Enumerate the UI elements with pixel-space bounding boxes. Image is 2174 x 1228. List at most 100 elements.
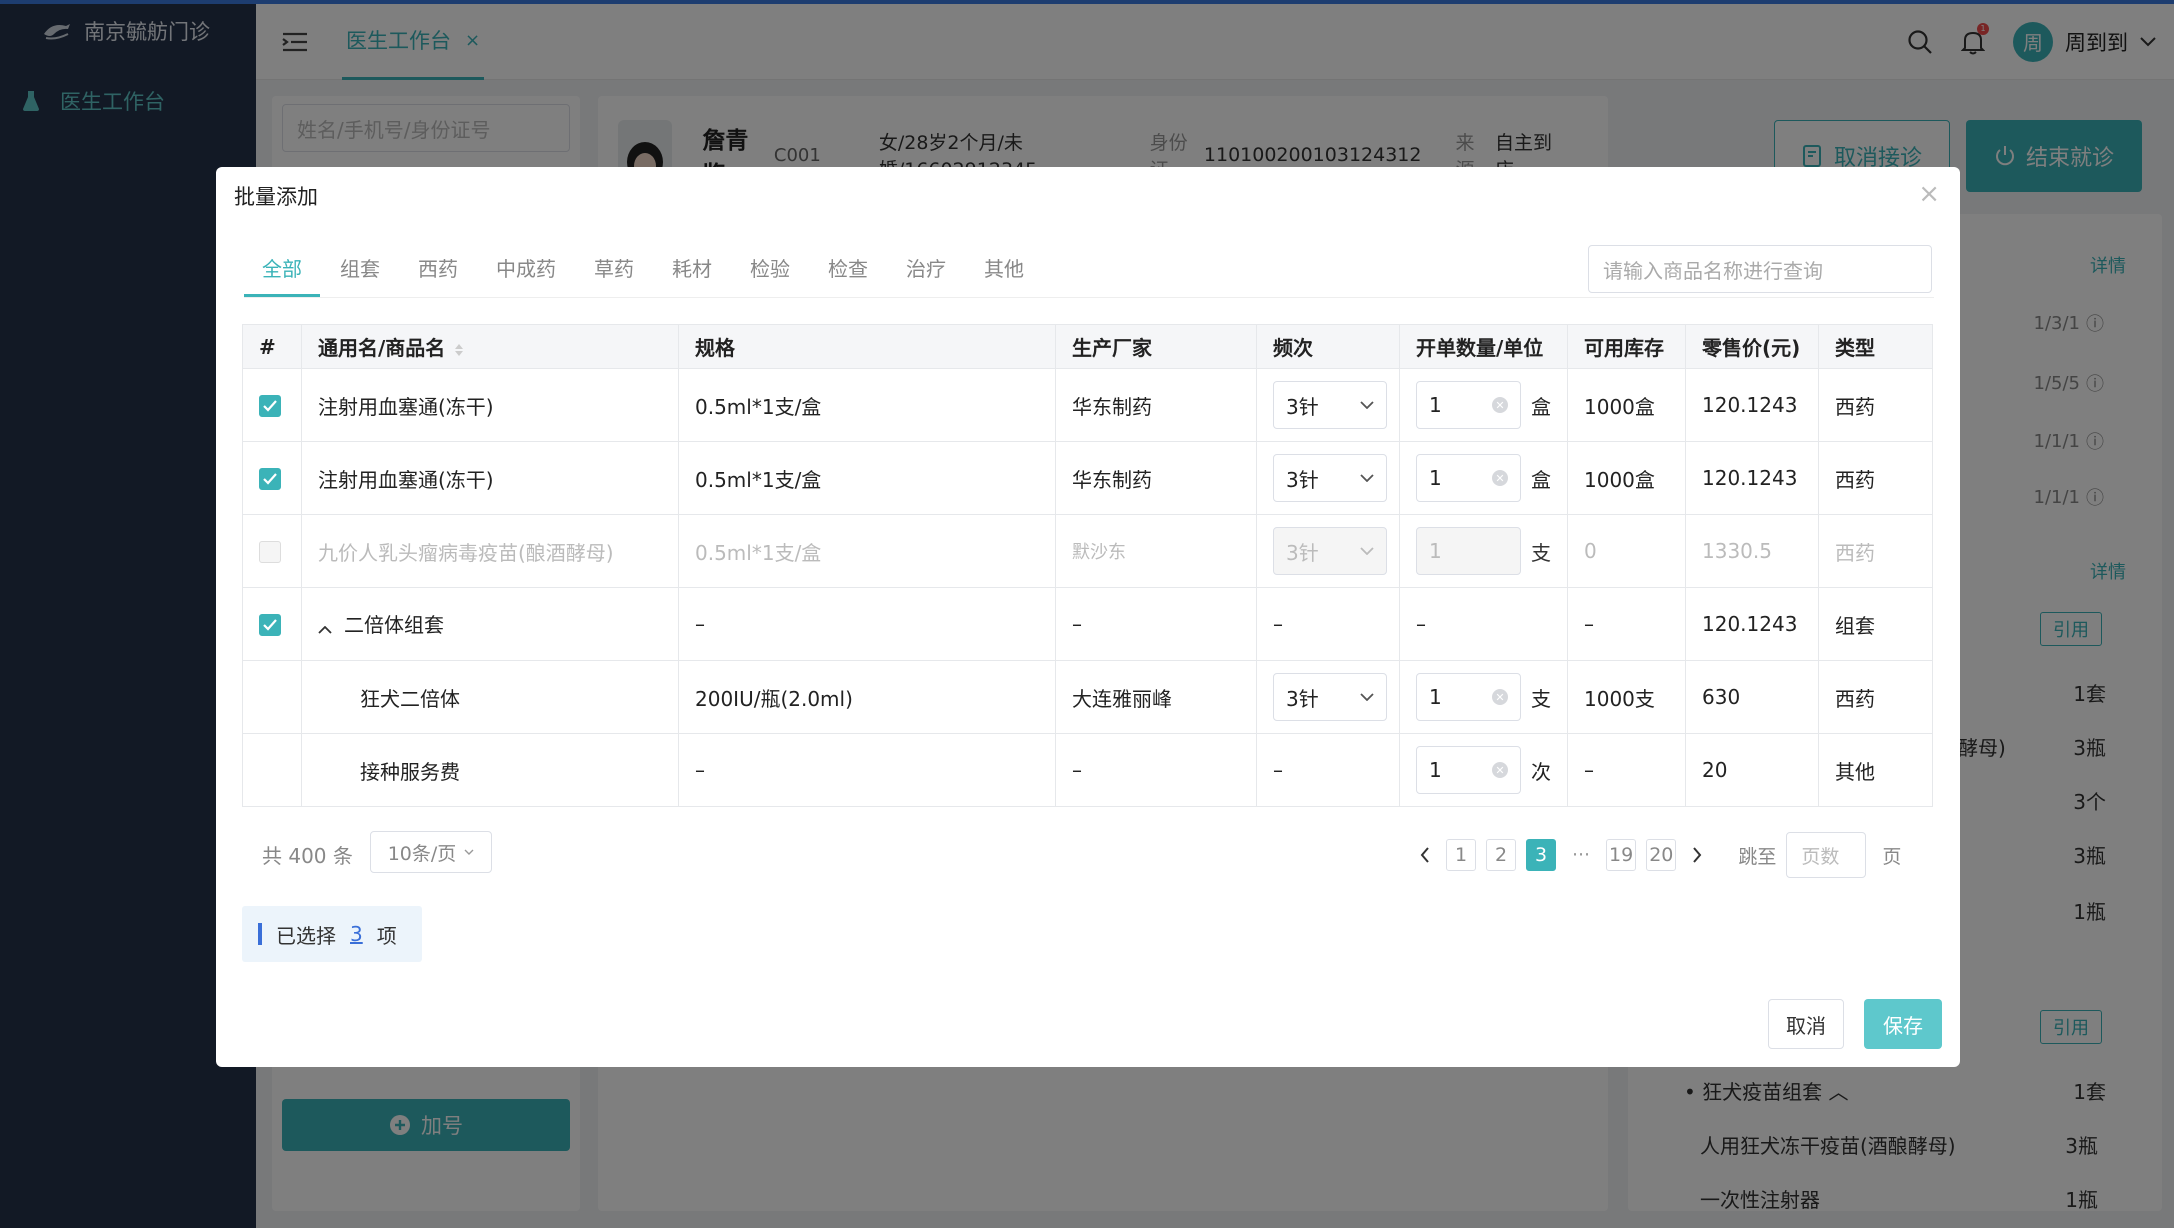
chevron-down-icon (1360, 474, 1374, 482)
chevron-down-icon (1360, 547, 1374, 555)
batch-add-modal: 批量添加 × 全部 组套 西药 中成药 草药 耗材 检验 检查 治疗 其他 请输… (216, 167, 1960, 1067)
clear-icon[interactable]: ✕ (1492, 470, 1508, 486)
frequency-select[interactable]: 3针 (1273, 381, 1387, 429)
tab-examination[interactable]: 检查 (810, 253, 886, 297)
product-spec: 0.5ml*1支/盒 (678, 514, 1056, 588)
product-price: 120.1243 (1685, 368, 1819, 442)
table-row-disabled: 九价人乳头瘤病毒疫苗(酿酒酵母) 0.5ml*1支/盒 默沙东 3针 1支 0 … (242, 514, 1933, 588)
column-header: 频次 (1256, 324, 1400, 369)
product-name: 接种服务费 (301, 733, 679, 807)
tab-western-medicine[interactable]: 西药 (400, 253, 476, 297)
modal-title: 批量添加 (234, 185, 318, 209)
quantity-unit: 盒 (1531, 467, 1551, 492)
frequency-select-disabled: 3针 (1273, 527, 1387, 575)
table-row-child: 接种服务费 – – – 1 ✕ 次 – 20 其他 (242, 733, 1933, 807)
save-button[interactable]: 保存 (1864, 999, 1942, 1049)
product-type: 组套 (1818, 587, 1933, 661)
page-button[interactable]: 19 (1606, 839, 1637, 871)
quantity-input[interactable]: 1 ✕ (1416, 454, 1521, 502)
tab-all[interactable]: 全部 (244, 253, 320, 297)
quantity-unit: 支 (1531, 540, 1551, 565)
prev-page-icon[interactable] (1414, 847, 1436, 863)
selected-count-bar: 已选择 3 项 (242, 906, 422, 962)
sort-icon[interactable] (455, 343, 464, 356)
column-header-name[interactable]: 通用名/商品名 (301, 324, 679, 369)
column-header: 生产厂家 (1055, 324, 1257, 369)
product-frequency: – (1256, 733, 1400, 807)
page-button[interactable]: 2 (1486, 839, 1516, 871)
quantity-value: 1 (1429, 685, 1442, 709)
clear-icon[interactable]: ✕ (1492, 397, 1508, 413)
page-button[interactable]: 20 (1646, 839, 1677, 871)
product-search-input[interactable]: 请输入商品名称进行查询 (1588, 245, 1932, 293)
table-row[interactable]: 注射用血塞通(冻干) 0.5ml*1支/盒 华东制药 3针 1 ✕ 盒 1000盒 … (242, 368, 1933, 442)
tab-lab-test[interactable]: 检验 (732, 253, 808, 297)
product-maker: 默沙东 (1055, 514, 1257, 588)
selected-prefix: 已选择 (276, 923, 336, 948)
product-type: 西药 (1818, 441, 1933, 515)
product-stock: 1000盒 (1567, 441, 1686, 515)
table-row-group[interactable]: 二倍体组套 – – – – – 120.1243 组套 (242, 587, 1933, 661)
column-header: 开单数量/单位 (1399, 324, 1568, 369)
page-button[interactable]: 1 (1446, 839, 1476, 871)
quantity-value: 1 (1429, 539, 1442, 563)
row-checkbox[interactable] (259, 468, 281, 491)
selected-count[interactable]: 3 (350, 922, 363, 946)
quantity-value: 1 (1429, 393, 1442, 417)
product-type: 西药 (1818, 514, 1933, 588)
quantity-input[interactable]: 1 ✕ (1416, 673, 1521, 721)
product-maker: 华东制药 (1055, 441, 1257, 515)
clear-icon[interactable]: ✕ (1492, 762, 1508, 778)
table-row-child: 狂犬二倍体 200IU/瓶(2.0ml) 大连雅丽峰 3针 1 ✕ 支 1000支 … (242, 660, 1933, 734)
product-table: # 通用名/商品名 规格 生产厂家 频次 开单数量/单位 可用库存 零售价(元)… (242, 324, 1933, 807)
row-checkbox[interactable] (259, 395, 281, 418)
quantity-input[interactable]: 1 ✕ (1416, 381, 1521, 429)
page-button-current[interactable]: 3 (1526, 839, 1556, 871)
column-header: 规格 (678, 324, 1056, 369)
product-stock: 0 (1567, 514, 1686, 588)
product-price: 120.1243 (1685, 587, 1819, 661)
frequency-value: 3针 (1286, 394, 1319, 419)
product-name: 注射用血塞通(冻干) (301, 441, 679, 515)
row-checkbox[interactable] (259, 614, 281, 637)
close-icon[interactable]: × (1918, 181, 1940, 207)
tab-chinese-patent[interactable]: 中成药 (478, 253, 574, 297)
quantity-input[interactable]: 1 ✕ (1416, 746, 1521, 794)
collapse-icon[interactable] (318, 615, 332, 639)
table-header-row: # 通用名/商品名 规格 生产厂家 频次 开单数量/单位 可用库存 零售价(元)… (242, 324, 1933, 369)
clear-icon[interactable]: ✕ (1492, 689, 1508, 705)
tab-treatment[interactable]: 治疗 (888, 253, 964, 297)
page-size-select[interactable]: 10条/页 (370, 831, 492, 873)
page-ellipsis[interactable]: ··· (1566, 839, 1596, 871)
frequency-value: 3针 (1286, 467, 1319, 492)
cancel-button[interactable]: 取消 (1768, 999, 1844, 1049)
jump-page-input[interactable]: 页数 (1786, 832, 1867, 878)
quantity-unit: 盒 (1531, 394, 1551, 419)
quantity-value: 1 (1429, 758, 1442, 782)
frequency-value: 3针 (1286, 686, 1319, 711)
product-type: 西药 (1818, 368, 1933, 442)
frequency-select[interactable]: 3针 (1273, 454, 1387, 502)
jump-label: 跳至 (1738, 845, 1777, 868)
column-header: 可用库存 (1567, 324, 1686, 369)
product-spec: 0.5ml*1支/盒 (678, 441, 1056, 515)
selected-accent-bar (258, 923, 262, 945)
next-page-icon[interactable] (1686, 847, 1708, 863)
frequency-select[interactable]: 3针 (1273, 673, 1387, 721)
table-row[interactable]: 注射用血塞通(冻干) 0.5ml*1支/盒 华东制药 3针 1 ✕ 盒 1000盒 … (242, 441, 1933, 515)
product-price: 1330.5 (1685, 514, 1819, 588)
tab-other[interactable]: 其他 (966, 253, 1042, 297)
product-name: 注射用血塞通(冻干) (301, 368, 679, 442)
tab-consumables[interactable]: 耗材 (654, 253, 730, 297)
selected-suffix: 项 (376, 923, 397, 948)
product-stock: 1000支 (1567, 660, 1686, 734)
product-price: 120.1243 (1685, 441, 1819, 515)
product-price: 630 (1685, 660, 1819, 734)
product-name: 二倍体组套 (344, 613, 444, 638)
column-header: 类型 (1818, 324, 1933, 369)
tab-group[interactable]: 组套 (322, 253, 398, 297)
row-checkbox-disabled (259, 541, 281, 564)
product-maker: – (1055, 587, 1257, 661)
product-maker: 华东制药 (1055, 368, 1257, 442)
tab-herbal[interactable]: 草药 (576, 253, 652, 297)
